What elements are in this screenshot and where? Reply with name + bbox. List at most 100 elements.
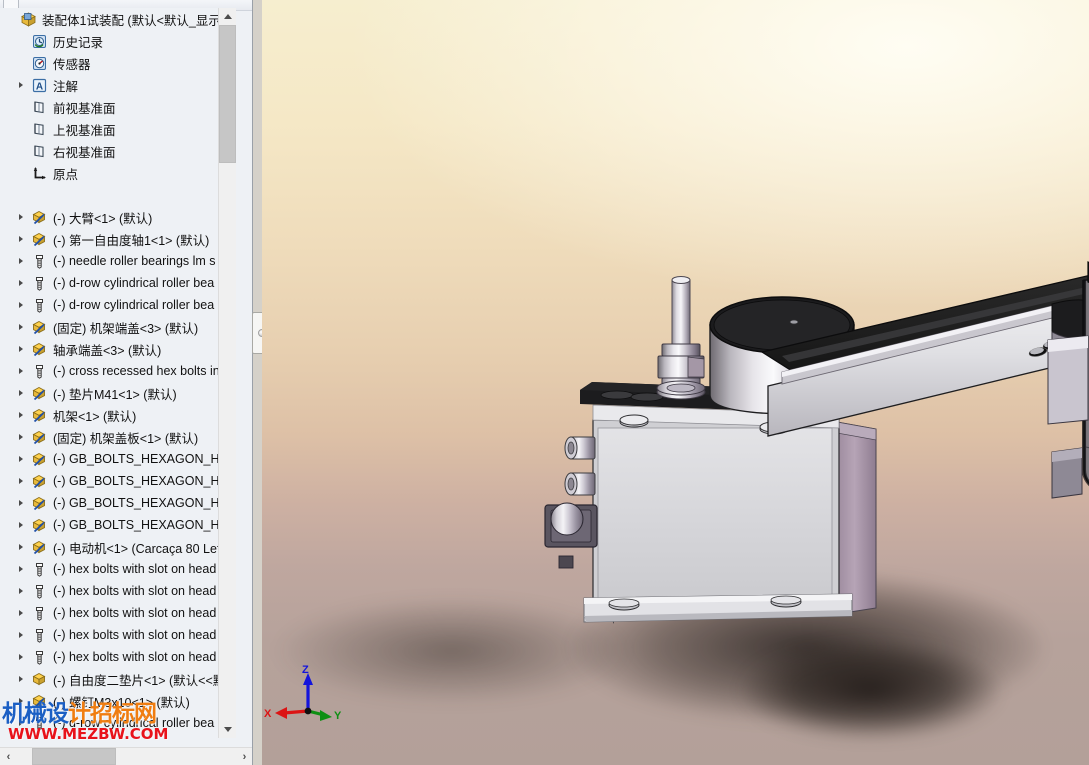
expand-arrow-icon[interactable]: [14, 470, 28, 492]
panel-splitter[interactable]: [253, 0, 262, 765]
tree-item[interactable]: (-) GB_BOLTS_HEXAGON_HEA: [0, 448, 236, 470]
tree-item[interactable]: 历史记录: [0, 30, 236, 52]
expand-arrow-icon[interactable]: [14, 734, 28, 738]
expand-arrow-icon[interactable]: [14, 272, 28, 294]
graphics-viewport[interactable]: Z X Y: [262, 0, 1089, 765]
expand-arrow-icon[interactable]: [14, 250, 28, 272]
expand-arrow-icon[interactable]: [14, 668, 28, 690]
tree-item[interactable]: 传感器: [0, 52, 236, 74]
tree-item[interactable]: (固定) 机架端盖<3> (默认): [0, 316, 236, 338]
tree-item[interactable]: (-) hex bolts with slot on head: [0, 580, 236, 602]
tree-root-item[interactable]: 装配体1试装配 (默认<默认_显示状态: [0, 8, 236, 30]
history-icon: [28, 30, 50, 52]
expand-arrow-icon[interactable]: [14, 448, 28, 470]
tree-item[interactable]: 原点: [0, 162, 236, 184]
feature-tree-list[interactable]: 装配体1试装配 (默认<默认_显示状态 历史记录传感器 A 注解 前视基准面 上视基准面…: [0, 8, 236, 738]
tree-item[interactable]: (-) d-row cylindrical roller bea: [0, 294, 236, 316]
tree-item-label: 机架<1> (默认): [53, 409, 137, 424]
tree-spacer: [0, 184, 236, 206]
elbow-column: [1082, 261, 1089, 487]
part-icon: [28, 470, 50, 492]
tree-item-label: (固定) 机架端盖<3> (默认): [53, 321, 199, 336]
part-icon: [28, 382, 50, 404]
expand-arrow-icon[interactable]: [14, 316, 28, 338]
tree-item[interactable]: (-) hex bolts with slot on head: [0, 646, 236, 668]
tree-item[interactable]: (-) d-row cylindrical roller bea: [0, 712, 236, 734]
expand-arrow-icon[interactable]: [14, 712, 28, 734]
expand-arrow-icon[interactable]: [14, 690, 28, 712]
bolt-icon: [28, 250, 50, 272]
tree-item[interactable]: (-) 垫片M41<1> (默认): [0, 382, 236, 404]
scroll-down-button[interactable]: [219, 721, 236, 738]
tree-item[interactable]: (-) GB_BOLTS_HEXAGON_HEA: [0, 514, 236, 536]
expand-arrow-icon[interactable]: [14, 492, 28, 514]
scara-robot-model[interactable]: [262, 0, 1089, 765]
tree-item[interactable]: 上视基准面: [0, 118, 236, 140]
tree-item[interactable]: (-) GB_BOLTS_HEXAGON_HEA: [0, 492, 236, 514]
expand-arrow-icon[interactable]: [14, 338, 28, 360]
tree-item[interactable]: (-) hex bolts with slot on head: [0, 602, 236, 624]
part-icon: [28, 426, 50, 448]
expand-arrow-icon[interactable]: [14, 514, 28, 536]
expand-arrow-icon[interactable]: [14, 624, 28, 646]
expand-arrow-icon[interactable]: [14, 294, 28, 316]
tree-item[interactable]: (-) 第一自由度轴1<1> (默认): [0, 228, 236, 250]
expand-arrow-icon[interactable]: [14, 360, 28, 382]
expand-arrow-icon[interactable]: [14, 558, 28, 580]
tree-item[interactable]: 轴承端盖<3> (默认): [0, 338, 236, 360]
tree-item[interactable]: (-) hex bolts with slot on head: [0, 558, 236, 580]
part-icon: [28, 228, 50, 250]
scroll-right-button[interactable]: ›: [236, 748, 252, 765]
scroll-left-button[interactable]: ‹: [0, 748, 17, 765]
expand-arrow-icon[interactable]: [14, 404, 28, 426]
tree-item[interactable]: 前视基准面: [0, 96, 236, 118]
expand-arrow-icon[interactable]: [14, 426, 28, 448]
tree-vertical-scrollbar[interactable]: [218, 8, 236, 738]
expand-arrow-icon[interactable]: [14, 536, 28, 558]
tree-item-label: 传感器: [53, 57, 91, 72]
part-icon: [28, 338, 50, 360]
tree-item[interactable]: (-) 大臂<1> (默认): [0, 206, 236, 228]
origin-icon: [28, 162, 50, 184]
part-icon: [28, 492, 50, 514]
tree-item[interactable]: 右视基准面: [0, 140, 236, 162]
tree-item[interactable]: (-) 螺钉M3x10<1> (默认): [0, 690, 236, 712]
expand-arrow-icon[interactable]: [14, 74, 28, 96]
horizontal-scroll-thumb[interactable]: [32, 748, 116, 765]
tree-item-label: (-) GB_BOLTS_HEXAGON_HEA: [53, 474, 236, 488]
tree-item[interactable]: (-) hex bolts with slot on head: [0, 624, 236, 646]
tree-item[interactable]: (-) 第二自由度轴<1> (默认): [0, 734, 236, 738]
tree-item-label: (-) hex bolts with slot on head: [53, 562, 217, 576]
tree-body: 历史记录传感器 A 注解 前视基准面 上视基准面 右视基准面 原点 (-) 大臂<1> (默认…: [0, 30, 236, 738]
expand-arrow-icon[interactable]: [14, 228, 28, 250]
tree-item[interactable]: (-) 电动机<1> (Carcaça 80 Lef: [0, 536, 236, 558]
tree-item[interactable]: (-) needle roller bearings lm s: [0, 250, 236, 272]
part-icon: [28, 514, 50, 536]
expand-arrow-icon[interactable]: [14, 580, 28, 602]
tree-item[interactable]: 机架<1> (默认): [0, 404, 236, 426]
tree-item[interactable]: (-) 自由度二垫片<1> (默认<<默: [0, 668, 236, 690]
tree-item-label: (-) 第一自由度轴1<1> (默认): [53, 233, 210, 248]
tree-item[interactable]: (固定) 机架盖板<1> (默认): [0, 426, 236, 448]
vertical-scroll-thumb[interactable]: [219, 25, 236, 163]
scroll-up-button[interactable]: [219, 8, 236, 25]
tree-item[interactable]: (-) d-row cylindrical roller bea: [0, 272, 236, 294]
tree-item-label: (-) 第二自由度轴<1> (默认): [50, 736, 202, 739]
expand-arrow-icon[interactable]: [14, 206, 28, 228]
expand-arrow-icon[interactable]: [14, 646, 28, 668]
expand-arrow-icon[interactable]: [14, 382, 28, 404]
part-icon: [28, 690, 50, 712]
expand-arrow-icon[interactable]: [14, 602, 28, 624]
upper-arm-link: [760, 274, 1089, 437]
bolt-icon: [28, 602, 50, 624]
tree-item-label: (-) d-row cylindrical roller bea: [53, 716, 215, 730]
bolt-icon: [28, 294, 50, 316]
tree-item[interactable]: (-) GB_BOLTS_HEXAGON_HEA: [0, 470, 236, 492]
plane-icon: [28, 140, 50, 162]
tree-item-label: (-) 大臂<1> (默认): [53, 211, 153, 226]
tree-item[interactable]: A 注解: [0, 74, 236, 96]
tree-item[interactable]: (-) cross recessed hex bolts in: [0, 360, 236, 382]
tree-horizontal-scrollbar[interactable]: ‹ ›: [0, 747, 252, 765]
